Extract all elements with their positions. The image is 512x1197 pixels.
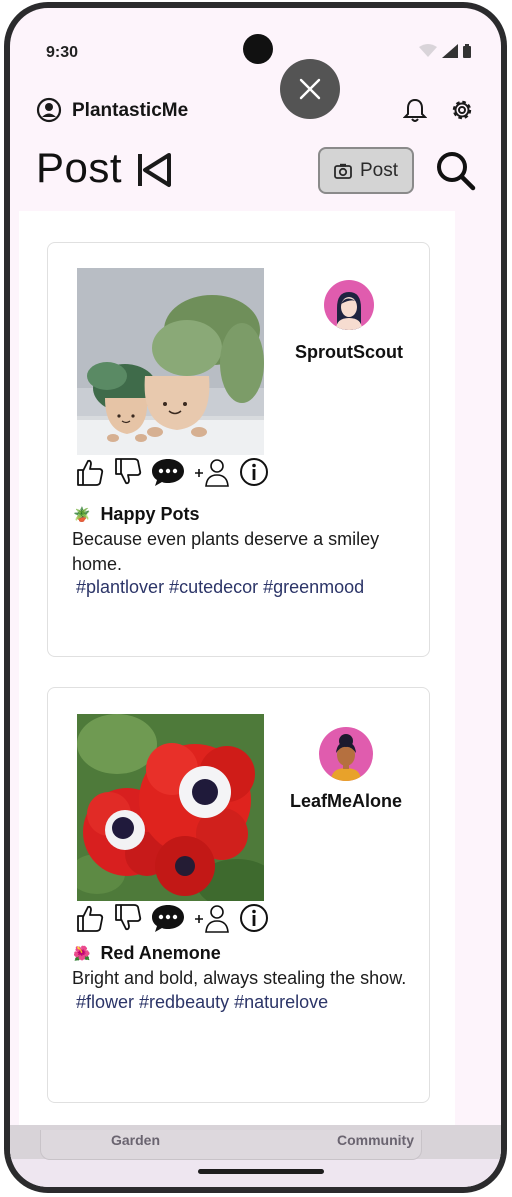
wifi-icon <box>419 44 437 57</box>
happy-pots-image <box>77 268 264 455</box>
post-card: SproutScout 🪴 Happy Pots Because even pl… <box>47 242 430 657</box>
user-avatar-icon <box>336 292 362 330</box>
thumbs-down-icon[interactable] <box>113 457 143 487</box>
post-actions <box>75 903 269 933</box>
avatar[interactable] <box>319 727 373 781</box>
post-title: 🪴 Happy Pots <box>73 504 199 525</box>
page-title: Post <box>36 144 123 191</box>
screen: 9:30 PlantasticMe Post Post SproutScout … <box>10 8 501 1187</box>
red-anemone-image <box>77 714 264 901</box>
phone-frame: 9:30 PlantasticMe Post Post SproutScout … <box>4 2 507 1193</box>
account-icon[interactable] <box>36 97 62 123</box>
close-button[interactable] <box>280 59 340 119</box>
thumbs-up-icon[interactable] <box>75 457 105 487</box>
tab-community[interactable]: Community <box>337 1132 414 1148</box>
comment-icon[interactable] <box>151 903 185 933</box>
post-tags[interactable]: #flower #redbeauty #naturelove <box>76 992 328 1013</box>
camera-icon <box>334 163 352 179</box>
front-camera <box>243 34 273 64</box>
feed: SproutScout 🪴 Happy Pots Because even pl… <box>19 211 455 1131</box>
post-description: Because even plants deserve a smiley hom… <box>72 529 380 574</box>
bell-icon[interactable] <box>403 97 427 123</box>
post-title-text: Happy Pots <box>100 504 200 524</box>
info-icon[interactable] <box>239 457 269 487</box>
tab-garden[interactable]: Garden <box>111 1132 160 1148</box>
close-icon <box>299 78 321 100</box>
thumbs-up-icon[interactable] <box>75 903 105 933</box>
post-description: Bright and bold, always stealing the sho… <box>72 968 407 988</box>
skip-back-icon[interactable] <box>134 151 174 189</box>
post-title: 🌺 Red Anemone <box>73 943 221 964</box>
add-friend-icon[interactable] <box>193 457 231 487</box>
post-username[interactable]: SproutScout <box>269 342 429 363</box>
post-card: LeafMeAlone 🌺 Red Anemone Bright and bol… <box>47 687 430 1103</box>
signal-icon <box>442 44 458 58</box>
home-indicator[interactable] <box>198 1169 324 1174</box>
info-icon[interactable] <box>239 903 269 933</box>
app-name: PlantasticMe <box>72 100 189 121</box>
add-friend-icon[interactable] <box>193 903 231 933</box>
status-time: 9:30 <box>46 44 79 61</box>
comment-icon[interactable] <box>151 457 185 487</box>
search-icon[interactable] <box>434 149 476 191</box>
post-actions <box>75 457 269 487</box>
post-image[interactable] <box>77 268 264 455</box>
avatar[interactable] <box>324 280 374 330</box>
plant-emoji-icon: 🪴 <box>73 506 91 522</box>
post-image[interactable] <box>77 714 264 901</box>
battery-icon <box>463 44 471 58</box>
post-username[interactable]: LeafMeAlone <box>266 791 426 812</box>
post-button-label: Post <box>359 159 399 181</box>
gear-icon[interactable] <box>449 97 475 123</box>
hibiscus-emoji-icon: 🌺 <box>73 945 91 961</box>
user-avatar-icon <box>331 734 361 781</box>
thumbs-down-icon[interactable] <box>113 903 143 933</box>
post-button[interactable]: Post <box>318 147 414 194</box>
status-icons <box>419 44 471 58</box>
app-header: PlantasticMe <box>36 94 475 128</box>
post-title-text: Red Anemone <box>100 943 221 963</box>
post-tags[interactable]: #plantlover #cutedecor #greenmood <box>76 577 364 598</box>
